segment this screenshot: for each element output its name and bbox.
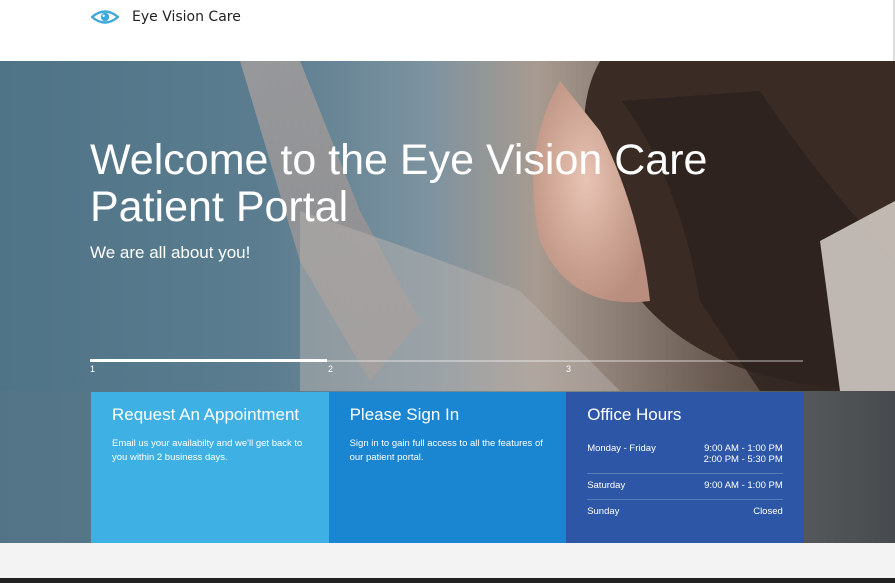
site-header: Eye Vision Care: [0, 0, 895, 61]
brand-logo[interactable]: Eye Vision Care: [91, 6, 241, 28]
hours-day: Monday - Friday: [587, 443, 656, 454]
hero-banner: Welcome to the Eye Vision Care Patient P…: [0, 61, 895, 543]
hours-row: Monday - Friday 9:00 AM - 1:00 PM 2:00 P…: [587, 437, 783, 474]
footer-band: [0, 543, 895, 578]
hours-row: Sunday Closed: [587, 500, 783, 525]
slider-progress-fill: [90, 359, 328, 362]
hours-time: 9:00 AM - 1:00 PM 2:00 PM - 5:30 PM: [703, 443, 783, 465]
hero-title: Welcome to the Eye Vision Care Patient P…: [90, 136, 708, 231]
hours-row: Saturday 9:00 AM - 1:00 PM: [587, 474, 783, 500]
appointment-panel[interactable]: Request An Appointment Email us your ava…: [91, 392, 329, 543]
appointment-title[interactable]: Request An Appointment: [112, 405, 308, 425]
slider-step-3[interactable]: 3: [566, 364, 571, 374]
hours-time: 9:00 AM - 1:00 PM: [704, 480, 783, 491]
appointment-text: Email us your availabilty and we'll get …: [112, 438, 303, 463]
hero-subtitle: We are all about you!: [90, 243, 251, 262]
slider-step-2[interactable]: 2: [328, 364, 333, 374]
signin-panel[interactable]: Please Sign In Sign in to gain full acce…: [328, 392, 567, 543]
office-hours-panel: Office Hours Monday - Friday 9:00 AM - 1…: [566, 392, 804, 543]
hours-day: Saturday: [587, 480, 626, 491]
office-hours-title: Office Hours: [587, 405, 682, 424]
hours-time: Closed: [753, 506, 783, 517]
slider-progress[interactable]: [90, 359, 803, 362]
hours-day: Sunday: [587, 506, 620, 517]
info-panels: Request An Appointment Email us your ava…: [91, 392, 804, 543]
signin-text: Sign in to gain full access to all the f…: [349, 438, 543, 463]
brand-name: Eye Vision Care: [132, 9, 241, 25]
signin-title[interactable]: Please Sign In: [350, 405, 546, 425]
eye-icon: [91, 10, 119, 24]
bottom-bar: [0, 578, 895, 583]
slider-step-1[interactable]: 1: [90, 364, 95, 374]
